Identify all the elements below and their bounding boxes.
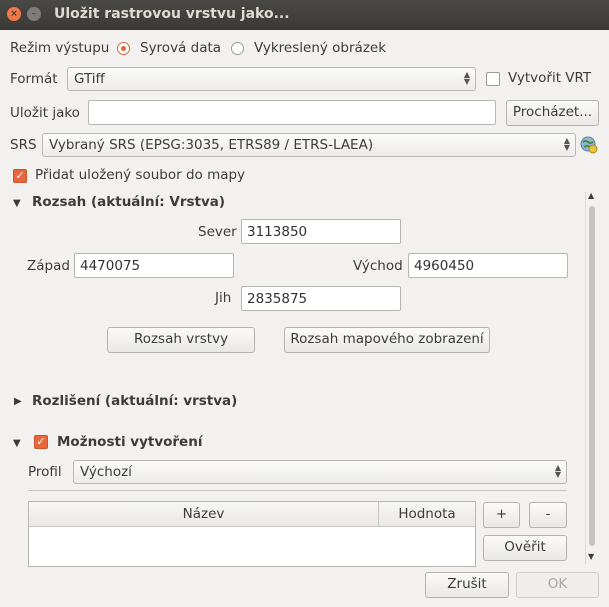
- east-input[interactable]: 4960450: [408, 253, 568, 278]
- profile-label: Profil: [28, 464, 62, 480]
- north-label: Sever: [198, 224, 237, 240]
- add-option-button[interactable]: +: [483, 502, 520, 528]
- globe-icon[interactable]: [580, 136, 598, 154]
- save-as-input[interactable]: [88, 100, 496, 125]
- resolution-expand-icon[interactable]: ▶: [14, 396, 22, 407]
- divider: [28, 490, 567, 491]
- options-table[interactable]: Název Hodnota: [28, 501, 476, 567]
- east-label: Východ: [353, 258, 403, 274]
- window-title: Uložit rastrovou vrstvu jako...: [54, 6, 290, 22]
- ok-button[interactable]: OK: [516, 572, 599, 598]
- add-to-map-label[interactable]: Přidat uložený soubor do mapy: [35, 167, 245, 183]
- output-mode-label: Režim výstupu: [10, 40, 110, 56]
- resolution-header[interactable]: Rozlišení (aktuální: vrstva): [32, 393, 237, 409]
- create-options-checkbox[interactable]: ✓: [34, 435, 48, 449]
- combo-arrows-icon: ▲ ▼: [554, 463, 561, 479]
- rendered-image-label[interactable]: Vykreslený obrázek: [254, 40, 386, 56]
- table-header: Název Hodnota: [29, 502, 475, 527]
- create-vrt-checkbox[interactable]: [486, 72, 500, 86]
- layer-extent-button[interactable]: Rozsah vrstvy: [107, 327, 255, 353]
- column-name-header[interactable]: Název: [29, 506, 378, 522]
- profile-combo[interactable]: Výchozí ▲ ▼: [73, 460, 567, 484]
- srs-combo[interactable]: Vybraný SRS (EPSG:3035, ETRS89 / ETRS-LA…: [42, 133, 576, 157]
- minimize-icon[interactable]: –: [27, 7, 41, 21]
- west-input[interactable]: 4470075: [74, 253, 234, 278]
- minimize-glyph: –: [31, 8, 37, 19]
- scrollbar[interactable]: ▲ ▼: [585, 191, 599, 564]
- column-value-header[interactable]: Hodnota: [379, 506, 475, 522]
- validate-button[interactable]: Ověřit: [483, 535, 567, 561]
- east-value: 4960450: [414, 258, 475, 274]
- create-vrt-label[interactable]: Vytvořit VRT: [508, 70, 591, 86]
- add-to-map-checkbox[interactable]: ✓: [13, 169, 27, 183]
- north-value: 3113850: [247, 224, 308, 240]
- format-value: GTiff: [74, 71, 105, 87]
- cancel-button[interactable]: Zrušit: [425, 572, 509, 598]
- save-as-label: Uložit jako: [10, 105, 80, 121]
- format-combo[interactable]: GTiff ▲ ▼: [67, 67, 476, 91]
- south-value: 2835875: [247, 291, 308, 307]
- title-bar: × – Uložit rastrovou vrstvu jako...: [0, 0, 609, 30]
- create-options-header[interactable]: Možnosti vytvoření: [57, 434, 202, 450]
- map-extent-button[interactable]: Rozsah mapového zobrazení: [284, 327, 490, 353]
- close-glyph: ×: [10, 8, 18, 19]
- format-label: Formát: [10, 71, 58, 87]
- remove-option-button[interactable]: -: [529, 502, 567, 528]
- south-label: Jih: [215, 290, 232, 306]
- raw-data-label[interactable]: Syrová data: [140, 40, 221, 56]
- rendered-image-radio[interactable]: [231, 42, 244, 55]
- combo-arrows-icon: ▲ ▼: [463, 70, 470, 86]
- extent-expand-icon[interactable]: ▼: [13, 198, 21, 209]
- north-input[interactable]: 3113850: [241, 219, 401, 244]
- scroll-up-icon[interactable]: ▲: [588, 191, 594, 200]
- profile-value: Výchozí: [80, 464, 132, 480]
- scroll-thumb[interactable]: [589, 206, 595, 546]
- south-input[interactable]: 2835875: [241, 286, 401, 311]
- srs-label: SRS: [10, 137, 37, 153]
- browse-button[interactable]: Procházet...: [506, 100, 599, 126]
- combo-arrows-icon: ▲ ▼: [563, 136, 570, 152]
- create-options-expand-icon[interactable]: ▼: [13, 438, 21, 449]
- extent-header[interactable]: Rozsah (aktuální: Vrstva): [32, 194, 225, 210]
- raw-data-radio[interactable]: [117, 42, 130, 55]
- scroll-down-icon[interactable]: ▼: [588, 552, 594, 561]
- west-label: Západ: [27, 258, 70, 274]
- west-value: 4470075: [80, 258, 141, 274]
- srs-value: Vybraný SRS (EPSG:3035, ETRS89 / ETRS-LA…: [49, 137, 374, 153]
- close-icon[interactable]: ×: [7, 7, 21, 21]
